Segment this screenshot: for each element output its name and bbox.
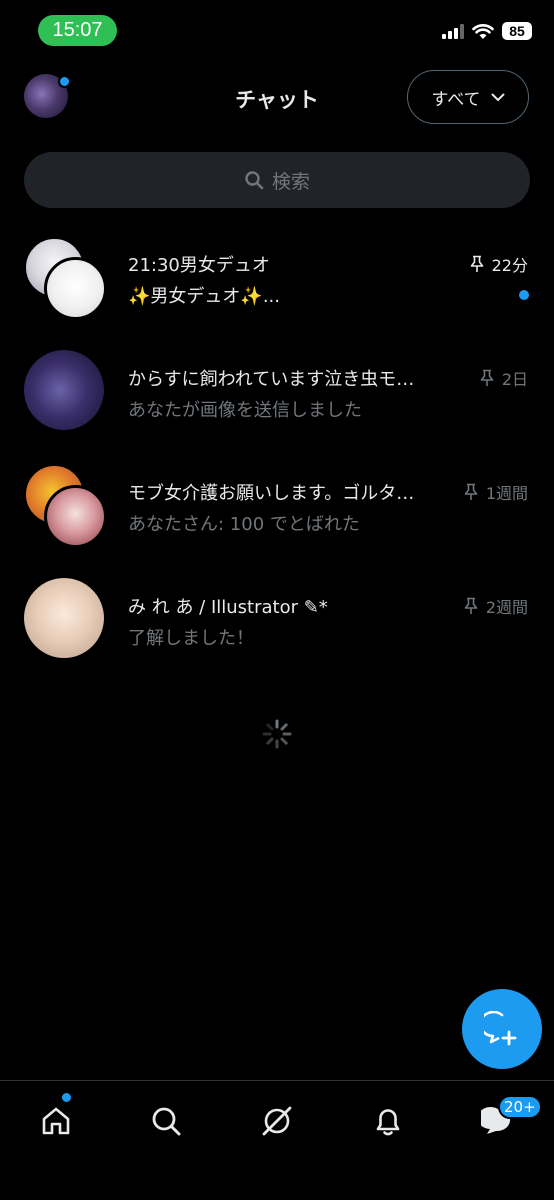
group-avatar-front	[44, 485, 107, 548]
pin-icon	[480, 369, 494, 386]
status-icons: 85	[442, 22, 532, 40]
chat-name: モブ女介護お願いします。ゴルタ…	[128, 483, 415, 504]
chat-name: からすに飼われています泣き虫モ…	[128, 369, 415, 390]
nav-notifications[interactable]	[368, 1101, 408, 1141]
search-icon	[152, 1107, 181, 1136]
chat-time: 2週間	[485, 598, 528, 617]
pin-icon	[464, 597, 478, 614]
chat-last-message: ✨男女デュオ✨...	[128, 286, 280, 307]
chat-list-item[interactable]: み れ あ / Illustrator ✎* 了解しました！ 2週間	[0, 568, 554, 678]
nav-grok[interactable]	[257, 1101, 297, 1141]
chat-avatar	[24, 578, 104, 658]
chat-list-item[interactable]: からすに飼われています泣き虫モ… あなたが画像を送信しました 2日	[0, 340, 554, 450]
chat-avatar	[24, 350, 104, 430]
chat-meta: 2週間	[464, 594, 528, 618]
chat-last-message: あなたが画像を送信しました	[128, 400, 362, 421]
battery-indicator: 85	[502, 22, 532, 40]
loading-spinner-icon	[262, 719, 292, 749]
chat-time: 2日	[501, 370, 528, 389]
chat-meta: 22分	[470, 252, 528, 276]
chat-list-item[interactable]: モブ女介護お願いします。ゴルタ… あなたさん: 100 でとばれた 1週間	[0, 454, 554, 564]
search-placeholder: 検索	[271, 170, 310, 193]
home-icon	[42, 1107, 70, 1135]
status-time: 15:07	[38, 15, 117, 46]
chat-last-message: 了解しました！	[128, 628, 254, 649]
nav-home[interactable]	[36, 1101, 76, 1141]
messages-count-badge: 20+	[498, 1095, 542, 1119]
search-input[interactable]: 検索	[24, 152, 530, 208]
pin-icon	[464, 483, 478, 500]
filter-dropdown-button[interactable]: すべて	[407, 70, 529, 124]
chat-meta: 1週間	[464, 480, 528, 504]
chat-name: み れ あ / Illustrator ✎*	[128, 597, 328, 618]
grok-icon	[262, 1106, 292, 1136]
chat-last-message: あなたさん: 100 でとばれた	[128, 514, 360, 535]
filter-label: すべて	[431, 89, 481, 110]
chat-list-item[interactable]: 21:30男女デュオ ✨男女デュオ✨... 22分	[0, 226, 554, 336]
new-chat-icon	[484, 1011, 517, 1046]
chat-meta: 2日	[480, 366, 528, 390]
new-message-button[interactable]	[462, 989, 542, 1069]
chat-time: 22分	[491, 256, 528, 275]
nav-explore[interactable]	[146, 1101, 186, 1141]
chevron-down-icon	[491, 93, 505, 101]
bottom-navigation	[0, 1080, 554, 1200]
unread-dot	[519, 290, 529, 300]
search-icon	[245, 171, 264, 190]
chat-time: 1週間	[485, 484, 528, 503]
cellular-signal-icon	[442, 23, 464, 39]
wifi-icon	[472, 23, 494, 39]
group-avatar-front	[44, 257, 107, 320]
bell-icon	[376, 1109, 400, 1136]
pin-icon	[470, 255, 483, 272]
chat-name: 21:30男女デュオ	[128, 255, 270, 276]
home-notification-dot	[62, 1093, 71, 1102]
